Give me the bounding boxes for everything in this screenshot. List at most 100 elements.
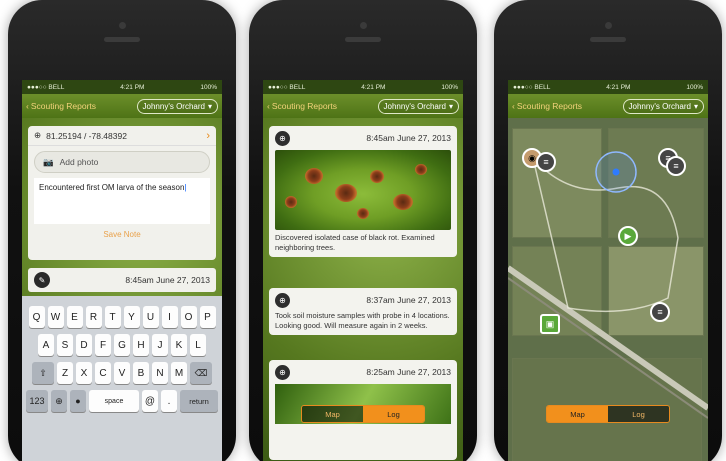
crosshair-icon: ⊕: [34, 130, 42, 140]
key-i[interactable]: I: [161, 306, 178, 328]
camera-icon: 📷: [43, 156, 54, 167]
clock-label: 4:21 PM: [361, 83, 386, 91]
key-r[interactable]: R: [85, 306, 102, 328]
note-form: ⊕ 81.25194 / -78.48392 › 📷 Add photo Enc…: [28, 126, 216, 260]
previous-entry-row[interactable]: ✎ 8:45am June 27, 2013: [28, 268, 216, 292]
note-pin-icon[interactable]: ≡: [536, 152, 556, 172]
log-entry-card[interactable]: ⊕ 8:37am June 27, 2013 Took soil moistur…: [269, 288, 457, 335]
key-u[interactable]: U: [142, 306, 159, 328]
orchard-selector[interactable]: Johnny's Orchard ▾: [136, 98, 218, 114]
note-pin-icon[interactable]: ≡: [666, 156, 686, 176]
location-row[interactable]: ⊕ 81.25194 / -78.48392 ›: [28, 126, 216, 146]
carrier-label: ●●●○○ BELL: [268, 83, 306, 91]
key-k[interactable]: K: [171, 334, 187, 356]
screenshot-stage: ●●●○○ BELL 4:21 PM 100% ‹ Scouting Repor…: [0, 0, 726, 461]
globe-key[interactable]: ⊕: [51, 390, 67, 412]
status-bar: ●●●○○ BELL 4:21 PM 100%: [263, 80, 463, 94]
key-c[interactable]: C: [95, 362, 111, 384]
chevron-down-icon: ▾: [693, 101, 698, 111]
map-tab[interactable]: Map: [302, 406, 363, 422]
log-tab[interactable]: Log: [363, 406, 424, 422]
play-pin-icon[interactable]: ▶: [618, 226, 638, 246]
key-y[interactable]: Y: [123, 306, 140, 328]
microphone-key[interactable]: ●: [70, 390, 86, 412]
key-f[interactable]: F: [95, 334, 111, 356]
key-j[interactable]: J: [152, 334, 168, 356]
clock-label: 4:21 PM: [606, 83, 631, 91]
orchard-selector[interactable]: Johnny's Orchard ▾: [377, 98, 459, 114]
return-key[interactable]: return: [180, 390, 218, 412]
space-key[interactable]: space: [89, 390, 139, 412]
key-h[interactable]: H: [133, 334, 149, 356]
note-text: Encountered first OM larva of the season: [39, 183, 185, 192]
status-bar: ●●●○○ BELL 4:21 PM 100%: [22, 80, 222, 94]
delete-key[interactable]: ⌫: [190, 362, 212, 384]
phone-map: ●●●○○ BELL 4:21 PM 100% ‹ Scouting Repor…: [494, 0, 722, 461]
back-button[interactable]: ‹ Scouting Reports: [26, 101, 96, 111]
key-z[interactable]: Z: [57, 362, 73, 384]
back-label: Scouting Reports: [271, 101, 338, 111]
key-d[interactable]: D: [76, 334, 92, 356]
add-photo-button[interactable]: 📷 Add photo: [34, 151, 210, 173]
key-x[interactable]: X: [76, 362, 92, 384]
log-tab[interactable]: Log: [608, 406, 669, 422]
key-m[interactable]: M: [171, 362, 187, 384]
leaf-photo[interactable]: [275, 150, 451, 230]
entry-date: 8:37am June 27, 2013: [366, 295, 451, 305]
camera-dot: [605, 22, 612, 29]
chevron-down-icon: ▾: [207, 101, 212, 111]
carrier-label: ●●●○○ BELL: [27, 83, 65, 91]
key-l[interactable]: L: [190, 334, 206, 356]
log-entry-card[interactable]: ⊕ 8:45am June 27, 2013 Discovered isolat…: [269, 126, 457, 257]
battery-label: 100%: [200, 83, 217, 91]
entry-date: 8:45am June 27, 2013: [366, 133, 451, 143]
nav-bar: ‹ Scouting Reports Johnny's Orchard ▾: [508, 94, 708, 118]
image-pin-icon[interactable]: ▣: [540, 314, 560, 334]
key-n[interactable]: N: [152, 362, 168, 384]
key-a[interactable]: A: [38, 334, 54, 356]
back-button[interactable]: ‹ Scouting Reports: [512, 101, 582, 111]
orchard-label: Johnny's Orchard: [383, 101, 446, 111]
entry-text: Discovered isolated case of black rot. E…: [275, 233, 435, 252]
keyboard-row-1: QWERTYUIOP: [24, 306, 220, 328]
note-pin-icon[interactable]: ≡: [650, 302, 670, 322]
note-textarea[interactable]: Encountered first OM larva of the season…: [34, 178, 210, 224]
back-label: Scouting Reports: [516, 101, 583, 111]
coordinates-label: 81.25194 / -78.48392: [46, 130, 127, 141]
key-w[interactable]: W: [47, 306, 64, 328]
key-t[interactable]: T: [104, 306, 121, 328]
orchard-label: Johnny's Orchard: [628, 101, 691, 111]
microphone-icon: ●: [75, 396, 81, 406]
status-bar: ●●●○○ BELL 4:21 PM 100%: [508, 80, 708, 94]
keyboard-row-3: ⇧ ZXCVBNM ⌫: [24, 362, 220, 384]
camera-dot: [119, 22, 126, 29]
orchard-selector[interactable]: Johnny's Orchard ▾: [622, 98, 704, 114]
screen-map: ●●●○○ BELL 4:21 PM 100% ‹ Scouting Repor…: [508, 80, 708, 461]
chevron-right-icon: ›: [206, 129, 210, 142]
orchard-label: Johnny's Orchard: [142, 101, 205, 111]
shift-key[interactable]: ⇧: [32, 362, 54, 384]
key-v[interactable]: V: [114, 362, 130, 384]
numbers-key[interactable]: 123: [26, 390, 48, 412]
chevron-left-icon: ‹: [267, 101, 270, 111]
key-b[interactable]: B: [133, 362, 149, 384]
map-tab[interactable]: Map: [547, 406, 608, 422]
back-button[interactable]: ‹ Scouting Reports: [267, 101, 337, 111]
nav-bar: ‹ Scouting Reports Johnny's Orchard ▾: [22, 94, 222, 118]
key-p[interactable]: P: [199, 306, 216, 328]
period-key[interactable]: .: [161, 390, 177, 412]
chevron-left-icon: ‹: [512, 101, 515, 111]
key-o[interactable]: O: [180, 306, 197, 328]
key-e[interactable]: E: [66, 306, 83, 328]
carrier-label: ●●●○○ BELL: [513, 83, 551, 91]
key-s[interactable]: S: [57, 334, 73, 356]
battery-label: 100%: [686, 83, 703, 91]
keyboard-row-4: 123 ⊕ ● space @ . return: [24, 390, 220, 412]
chevron-left-icon: ‹: [26, 101, 29, 111]
keyboard-row-2: ASDFGHJKL: [24, 334, 220, 356]
key-g[interactable]: G: [114, 334, 130, 356]
save-note-button[interactable]: Save Note: [28, 230, 216, 239]
location-icon: ⊕: [275, 364, 290, 380]
at-key[interactable]: @: [142, 390, 158, 412]
key-q[interactable]: Q: [28, 306, 45, 328]
